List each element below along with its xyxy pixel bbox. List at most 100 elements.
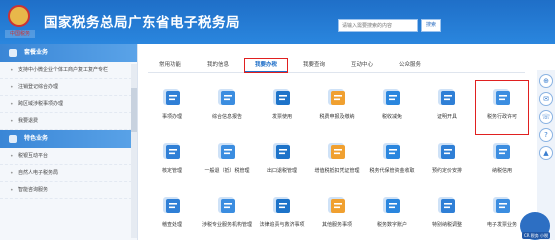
certificate-icon xyxy=(436,86,458,108)
sidebar-item[interactable]: • 支持中小微企业个体工商户复工复产专栏 xyxy=(0,62,137,79)
top-icon[interactable]: ▲ xyxy=(539,146,553,160)
sidebar-item-label: 支持中小微企业个体工商户复工复产专栏 xyxy=(18,67,109,73)
report-icon xyxy=(216,86,238,108)
bullet-icon: • xyxy=(10,187,14,194)
custody-icon xyxy=(381,140,403,162)
sidebar-section-label: 套餐业务 xyxy=(24,49,49,56)
service-tile[interactable]: 发票使用 xyxy=(255,80,309,135)
phone-icon[interactable]: ☏ xyxy=(539,110,553,124)
sidebar-item-label: 跨区域涉税事项办理 xyxy=(18,101,64,107)
service-tile[interactable]: 税务代保管资金收取 xyxy=(365,134,419,189)
service-tile[interactable]: 出口退税管理 xyxy=(255,134,309,189)
main-panel: 常用功能 我的信息 我要办税 我要查询 互动中心 公众服务 事项办理 综合信息报告… xyxy=(143,44,533,240)
site-title: 国家税务总局广东省电子税务局 xyxy=(44,15,240,31)
sidebar-item-label: 自然人电子税务局 xyxy=(18,170,59,176)
logo-text: 中国税务 xyxy=(5,30,35,38)
sidebar-item[interactable]: • 注销登记综合办理 xyxy=(0,79,137,96)
verify-icon xyxy=(161,140,183,162)
sidebar-scrollbar[interactable] xyxy=(131,64,137,238)
service-tile[interactable]: 事项办理 xyxy=(145,80,199,135)
export-refund-icon xyxy=(271,140,293,162)
service-tile[interactable]: 证明开具 xyxy=(420,80,474,135)
tax-reduction-icon xyxy=(381,86,403,108)
service-tile-label: 税务数字账户 xyxy=(376,222,407,228)
service-tile-label: 特别纳税调整 xyxy=(431,222,462,228)
mascot-label: CR 税务 小税 xyxy=(522,232,550,239)
bullet-icon: • xyxy=(10,118,14,125)
service-tile[interactable]: 税务数字账户 xyxy=(365,188,419,243)
link-icon[interactable]: ⊕ xyxy=(539,74,553,88)
service-tile[interactable]: 特别纳税调整 xyxy=(420,188,474,243)
sidebar-section-special[interactable]: 特色业务 xyxy=(0,130,137,148)
sidebar-section-label: 特色业务 xyxy=(24,135,49,142)
service-tile-label: 事项办理 xyxy=(161,114,182,120)
service-tile[interactable]: 核定管理 xyxy=(145,134,199,189)
digital-account-icon xyxy=(381,194,403,216)
service-tile-label: 纳税信用 xyxy=(491,168,512,174)
service-tile[interactable]: 增值税抵扣凭证管理 xyxy=(310,134,364,189)
sidebar-item-label: 税银互动平台 xyxy=(18,153,49,159)
invoice-icon xyxy=(271,86,293,108)
other-icon xyxy=(326,194,348,216)
service-tile-label: 法律追责与救济事项 xyxy=(259,222,305,228)
search-button[interactable]: 搜索 xyxy=(421,19,441,32)
help-icon[interactable]: ? xyxy=(539,128,553,142)
service-tile[interactable]: 税收减免 xyxy=(365,80,419,135)
scrollbar-thumb[interactable] xyxy=(131,88,137,132)
service-tile-label: 一般退（抵）税管理 xyxy=(204,168,250,174)
credit-icon xyxy=(491,140,513,162)
sidebar-item[interactable]: • 税银互动平台 xyxy=(0,148,137,165)
bullet-icon: • xyxy=(10,101,14,108)
service-tile-label: 税费申报及缴纳 xyxy=(319,114,355,120)
service-tile[interactable]: 电子发票业务 xyxy=(475,188,529,243)
search-input[interactable] xyxy=(338,19,418,32)
sidebar-item[interactable]: • 自然人电子税务局 xyxy=(0,165,137,182)
agency-icon xyxy=(216,194,238,216)
tax-emblem-logo xyxy=(8,5,30,27)
site-header: 中国税务 国家税务总局广东省电子税务局 搜索 xyxy=(0,0,555,44)
service-tile-label: 稽查处理 xyxy=(161,222,182,228)
service-tile-label: 税务行政许可 xyxy=(486,114,517,120)
bullet-icon: • xyxy=(10,84,14,91)
sidebar-item[interactable]: • 智能咨询服务 xyxy=(0,182,137,199)
service-tile[interactable]: 预约定价安排 xyxy=(420,134,474,189)
inspection-icon xyxy=(161,194,183,216)
sidebar-item[interactable]: • 跨区域涉税事项办理 xyxy=(0,96,137,113)
tax-payment-icon xyxy=(326,86,348,108)
chat-icon[interactable]: ✉ xyxy=(539,92,553,106)
id-card-icon xyxy=(491,86,513,108)
tab-interaction[interactable]: 互动中心 xyxy=(340,58,384,73)
service-tile[interactable]: 纳税信用 xyxy=(475,134,529,189)
service-tile[interactable]: 涉税专业服务机构管理 xyxy=(200,188,254,243)
service-tile[interactable]: 综合信息报告 xyxy=(200,80,254,135)
service-tile[interactable]: 其他服务事项 xyxy=(310,188,364,243)
service-tile[interactable]: 法律追责与救济事项 xyxy=(255,188,309,243)
tab-query[interactable]: 我要查询 xyxy=(292,58,336,73)
service-tile[interactable]: 稽查处理 xyxy=(145,188,199,243)
sidebar-section-package[interactable]: 套餐业务 xyxy=(0,44,137,62)
tab-public-service[interactable]: 公众服务 xyxy=(388,58,432,73)
bullet-icon: • xyxy=(10,170,14,177)
tab-my-info[interactable]: 我的信息 xyxy=(196,58,240,73)
bullet-icon: • xyxy=(10,153,14,160)
sidebar-item-label: 我要退费 xyxy=(18,118,39,124)
tab-tax-handling[interactable]: 我要办税 xyxy=(244,58,288,73)
service-tile[interactable]: 税费申报及缴纳 xyxy=(310,80,364,135)
e-invoice-icon xyxy=(491,194,513,216)
service-tile-label: 出口退税管理 xyxy=(266,168,297,174)
service-tile-label: 证明开具 xyxy=(436,114,457,120)
adjustment-icon xyxy=(436,194,458,216)
service-tile-label: 核定管理 xyxy=(161,168,182,174)
service-tile[interactable]: 一般退（抵）税管理 xyxy=(200,134,254,189)
vat-icon xyxy=(326,140,348,162)
bullet-icon: • xyxy=(10,67,14,74)
tab-common[interactable]: 常用功能 xyxy=(148,58,192,73)
edit-icon xyxy=(161,86,183,108)
legal-icon xyxy=(271,194,293,216)
sidebar-item[interactable]: • 我要退费 xyxy=(0,113,137,130)
service-tile-label: 其他服务事项 xyxy=(321,222,352,228)
schedule-icon xyxy=(436,140,458,162)
service-tile[interactable]: 税务行政许可 xyxy=(475,80,529,135)
service-tile-label: 涉税专业服务机构管理 xyxy=(201,222,252,228)
sidebar: 套餐业务 • 支持中小微企业个体工商户复工复产专栏 • 注销登记综合办理 • 跨区域涉… xyxy=(0,44,138,240)
